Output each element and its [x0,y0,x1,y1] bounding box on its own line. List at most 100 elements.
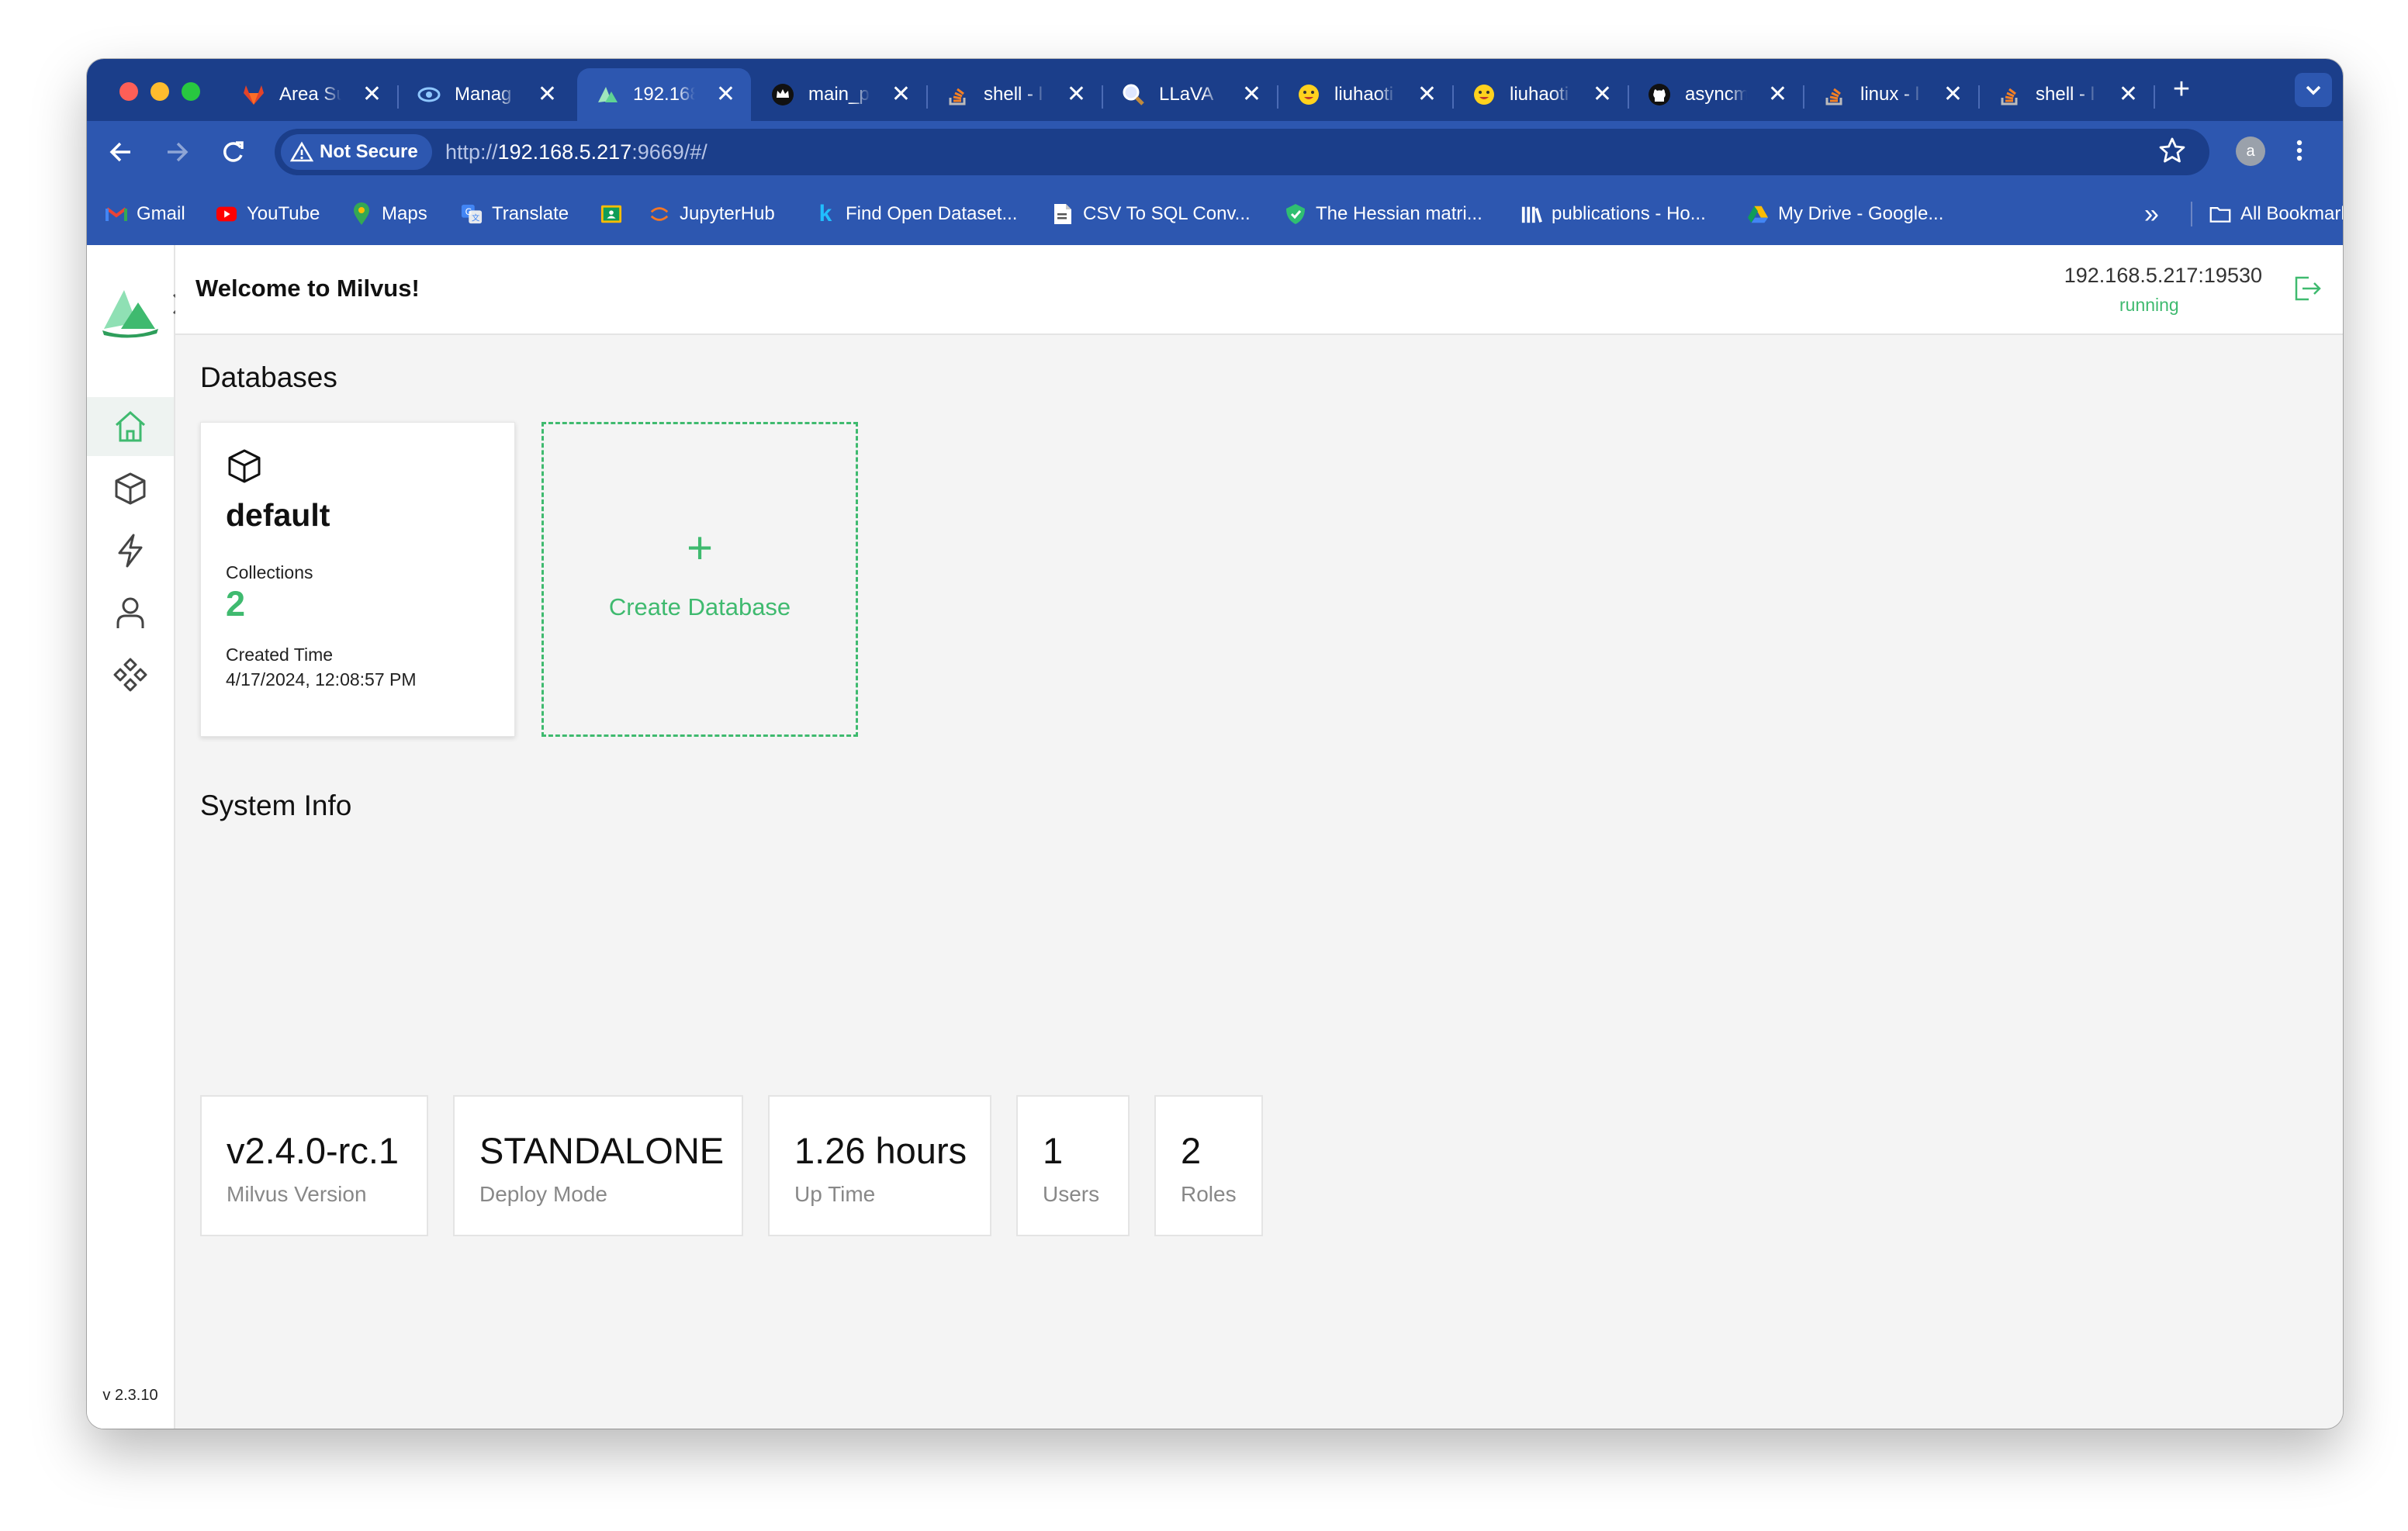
milvus-version-label: Milvus Version [227,1182,367,1206]
tab[interactable]: liuhaoti ✕ [1278,68,1452,121]
bookmark-my-drive[interactable]: My Drive - Google... [1747,183,1943,245]
bookmark-csv-to-sql[interactable]: CSV To SQL Conv... [1052,183,1251,245]
tab[interactable]: asyncm ✕ [1629,68,1803,121]
tab[interactable]: Manag ✕ [399,68,573,121]
tab[interactable]: main_p ✕ [752,68,926,121]
close-tab-icon[interactable]: ✕ [1943,81,1963,109]
app-version: v 2.3.10 [102,1387,158,1404]
eye-icon [417,83,441,106]
collections-count: 2 [226,584,246,624]
close-tab-icon[interactable]: ✕ [1417,81,1437,109]
page-content: v 2.3.10 Welcome to Milvus! 192.168.5.21… [87,245,2343,1429]
bookmark-label: YouTube [247,203,320,224]
database-card-default[interactable]: default Collections 2 Created Time 4/17/… [200,422,515,737]
roles-label: Roles [1181,1182,1237,1206]
databases-title: Databases [200,361,337,393]
deploy-mode-label: Deploy Mode [479,1182,607,1206]
close-tab-icon[interactable]: ✕ [891,81,911,109]
logout-icon [2295,276,2321,301]
diamonds-icon [113,658,147,692]
nav-home[interactable] [87,397,174,456]
bookmark-translate[interactable]: G文 Translate [461,183,569,245]
security-label: Not Secure [320,141,418,162]
close-tab-icon[interactable]: ✕ [1242,81,1261,109]
sidebar: v 2.3.10 [87,245,185,1429]
arrow-right-icon [168,142,189,162]
bookmark-youtube[interactable]: YouTube [216,183,320,245]
tab[interactable]: Area Su ✕ [223,68,397,121]
folder-icon [2209,203,2231,225]
tab-title: linux - l [1860,84,1920,105]
system-info-card-uptime: 1.26 hours Up Time [768,1095,991,1236]
library-icon [1521,203,1542,225]
new-tab-button[interactable]: + [2166,74,2197,105]
close-tab-icon[interactable]: ✕ [538,81,557,109]
all-bookmarks-button[interactable]: All Bookmarks [2209,183,2343,245]
minimize-window-button[interactable] [150,82,169,101]
create-database-card[interactable]: + Create Database [541,422,858,737]
security-chip[interactable]: Not Secure [281,134,432,170]
bookmark-kaggle[interactable]: k Find Open Dataset... [815,183,1018,245]
kaggle-icon: k [818,201,832,226]
server-address: 192.168.5.217:19530 [2064,264,2262,287]
close-tab-icon[interactable]: ✕ [1067,81,1086,109]
tab-separator [2154,85,2155,109]
tab[interactable]: shell - l ✕ [1980,68,2154,121]
stackoverflow-icon [1823,83,1846,106]
tab[interactable]: LLaVA ✕ [1103,68,1277,121]
nav-collections[interactable] [87,459,174,518]
close-tab-icon[interactable]: ✕ [362,81,382,109]
browser-menu-button[interactable] [2295,135,2304,172]
page-title: Welcome to Milvus! [195,275,420,302]
nav-system[interactable] [87,645,174,704]
bookmark-hessian[interactable]: The Hessian matri... [1285,183,1483,245]
shield-icon [1285,203,1306,225]
user-icon [116,597,144,628]
close-tab-icon[interactable]: ✕ [2119,81,2138,109]
address-bar[interactable]: Not Secure http://192.168.5.217:9669/#/ [275,129,2209,175]
bookmark-publications[interactable]: publications - Ho... [1521,183,1706,245]
bookmark-jupyterhub[interactable]: JupyterHub [649,183,775,245]
close-tab-icon[interactable]: ✕ [1593,81,1612,109]
bookmark-classroom[interactable] [600,183,631,245]
nav-search[interactable] [87,521,174,580]
more-bookmarks-button[interactable]: » [2144,183,2159,245]
tab-active[interactable]: 192.168 ✕ [577,68,751,121]
maximize-window-button[interactable] [182,82,200,101]
forward-button[interactable] [161,137,192,168]
bookmark-label: publications - Ho... [1552,203,1706,224]
bookmark-gmail[interactable]: Gmail [106,183,185,245]
bookmark-label: My Drive - Google... [1778,203,1944,224]
back-button[interactable] [106,137,137,168]
logout-button[interactable] [2292,273,2323,304]
close-window-button[interactable] [119,82,138,101]
close-tab-icon[interactable]: ✕ [716,81,735,109]
tab-title: main_p [808,84,870,105]
nav-users[interactable] [87,583,174,642]
chevron-down-icon [2306,85,2321,95]
users-value: 1 [1043,1130,1064,1171]
bookmark-star-button[interactable] [2157,135,2188,174]
milvus-logo[interactable] [101,284,160,342]
bookmark-label: Maps [382,203,427,224]
tab[interactable]: liuhaoti ✕ [1454,68,1628,121]
deploy-mode-value: STANDALONE [479,1130,725,1171]
system-info-title: System Info [200,790,352,821]
bookmark-maps[interactable]: Maps [351,183,427,245]
tab-title: shell - l [984,84,1043,105]
tab[interactable]: shell - l ✕ [928,68,1102,121]
gitlab-icon [242,83,265,106]
url-text[interactable]: http://192.168.5.217:9669/#/ [445,129,708,175]
tab-search-button[interactable] [2295,73,2332,107]
plus-icon: + [687,523,713,573]
app-header: Welcome to Milvus! 192.168.5.217:19530 r… [175,245,2343,335]
collections-label: Collections [226,562,313,582]
tab-title: liuhaoti [1334,84,1394,105]
tab-title: Manag [455,84,512,105]
reload-button[interactable] [217,137,248,168]
magnifier-icon [1122,83,1145,106]
tab[interactable]: linux - l ✕ [1804,68,1978,121]
close-tab-icon[interactable]: ✕ [1768,81,1787,109]
profile-avatar[interactable]: a [2236,137,2265,166]
tab-title: liuhaoti [1510,84,1569,105]
